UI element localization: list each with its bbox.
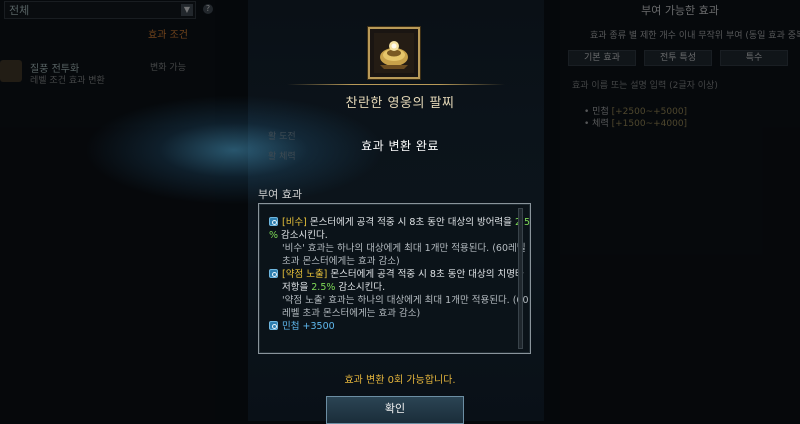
effect-bullet-icon	[269, 269, 278, 278]
effect-bullet-icon	[269, 217, 278, 226]
effect-line: [비수] 몬스터에게 공격 적중 시 8초 동안 대상의 방어력을 2.5	[269, 214, 530, 228]
item-slot	[368, 27, 420, 79]
effect-line: % 감소시킨다.	[269, 230, 328, 241]
gear-tag: 변화 가능	[150, 63, 186, 73]
panel-description: 효과 종류 별 제한 개수 이내 무작위 부여 (동일 효과 중복 불가)	[590, 31, 800, 41]
chevron-down-icon[interactable]: ▼	[181, 4, 193, 16]
effect-line: 저항을 2.5% 감소시킨다.	[282, 282, 386, 293]
inventory-panel: 전체 ▼ ? 효과 조건 질풍 전투화 레벨 조건 효과 변환 변화 가능	[0, 0, 215, 421]
confirm-button[interactable]: 확인	[326, 396, 464, 424]
option-name: 체력	[592, 119, 609, 129]
effect-note: '비수' 효과는 하나의 대상에게 최대 1개만 적용된다. (60레벨	[282, 243, 526, 254]
remaining-conversions-text: 효과 변환 0회 가능합니다.	[344, 375, 456, 386]
available-effects-panel: 부여 가능한 효과 효과 종류 별 제한 개수 이내 무작위 부여 (동일 효과…	[560, 0, 800, 421]
item-name: 찬란한 영웅의 팔찌	[345, 96, 455, 111]
condition-label: 효과 조건	[148, 30, 188, 41]
help-icon[interactable]: ?	[203, 4, 213, 14]
category-dropdown-value: 전체	[9, 4, 30, 17]
gear-thumbnail	[0, 60, 22, 82]
tab-basic-effect[interactable]: 기본 효과	[568, 50, 636, 66]
category-dropdown[interactable]: 전체 ▼	[4, 1, 196, 19]
effect-line: [약점 노출] 몬스터에게 공격 적중 시 8초 동안 대상의 치명타	[269, 266, 524, 280]
section-label: 부여 효과	[258, 188, 302, 201]
tab-combat-stat[interactable]: 전투 특성	[644, 50, 712, 66]
effect-note: '약점 노출' 효과는 하나의 대상에게 최대 1개만 적용된다. (60	[282, 295, 529, 306]
effect-search-input[interactable]: 효과 이름 또는 설명 입력 (2글자 이상)	[572, 78, 718, 91]
option-range: [+1500~+4000]	[611, 119, 688, 129]
panel-title: 부여 가능한 효과	[641, 4, 719, 17]
granted-effects-box: [비수] 몬스터에게 공격 적중 시 8초 동안 대상의 방어력을 2.5 % …	[258, 203, 531, 354]
list-item: • 체력 [+1500~+4000]	[584, 119, 688, 129]
gear-subtitle: 레벨 조건 효과 변환	[30, 76, 105, 86]
effect-tabs: 기본 효과 전투 특성 특수	[568, 50, 800, 66]
effect-line: 민첩 +3500	[269, 318, 335, 332]
tab-special[interactable]: 특수	[720, 50, 788, 66]
effects-scrollbar[interactable]	[518, 208, 523, 349]
effect-bullet-icon	[269, 321, 278, 330]
title-divider	[287, 84, 505, 85]
effect-note: 레벨 초과 몬스터에게는 효과 감소)	[282, 308, 421, 319]
list-item[interactable]: 질풍 전투화 레벨 조건 효과 변환 변화 가능	[0, 56, 210, 86]
conversion-complete-text: 효과 변환 완료	[361, 139, 439, 153]
effect-note: 초과 몬스터에게는 효과 감소)	[282, 256, 400, 267]
bracelet-icon	[374, 33, 414, 73]
